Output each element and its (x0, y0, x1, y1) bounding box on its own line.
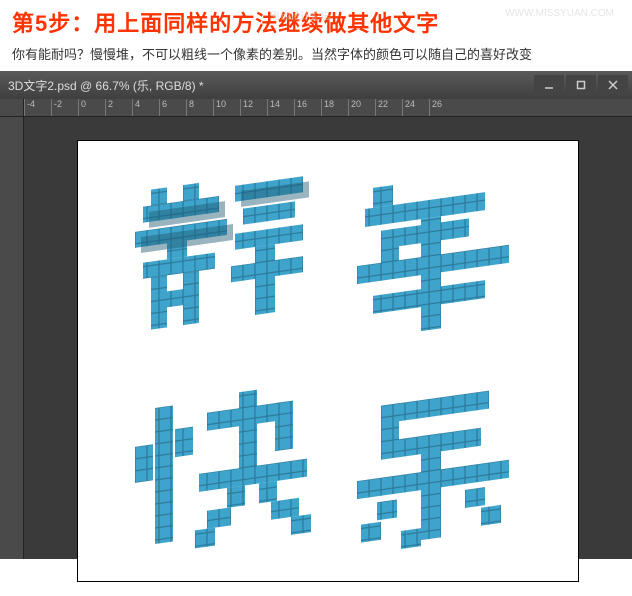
document-title: 3D文字2.psd @ 66.7% (乐, RGB/8) * (8, 77, 204, 94)
step-description: 你有能耐吗？慢慢堆，不可以粗线一个像素的差别。当然字体的颜色可以随自己的喜好改变 (0, 42, 632, 71)
ruler-tick: 24 (402, 99, 429, 116)
photoshop-window: 3D文字2.psd @ 66.7% (乐, RGB/8) * -4 -2 0 2… (0, 71, 632, 559)
horizontal-ruler: -4 -2 0 2 4 6 8 10 12 14 16 18 20 22 24 … (24, 99, 632, 117)
maximize-button[interactable] (566, 75, 596, 95)
char-le (333, 386, 533, 591)
ruler-tick: 0 (78, 99, 105, 116)
window-title-bar: 3D文字2.psd @ 66.7% (乐, RGB/8) * (0, 71, 632, 99)
ruler-tick: 8 (186, 99, 213, 116)
ruler-tick: 26 (429, 99, 456, 116)
ruler-tick: 12 (240, 99, 267, 116)
minimize-button[interactable] (534, 75, 564, 95)
char-xin (123, 171, 323, 376)
ruler-tick: -2 (51, 99, 78, 116)
ruler-tick: 14 (267, 99, 294, 116)
ruler-tick: 10 (213, 99, 240, 116)
watermark-forum: 思缘设计论坛 (270, 8, 330, 23)
artboard (78, 141, 578, 581)
ruler-tick: 4 (132, 99, 159, 116)
canvas-area[interactable] (24, 117, 632, 559)
window-controls (534, 75, 628, 95)
watermark-site: WWW.MISSYUAN.COM (505, 8, 614, 19)
3d-text-artwork (123, 171, 533, 551)
ruler-tick: 18 (321, 99, 348, 116)
ruler-tick: 2 (105, 99, 132, 116)
ruler-tick: -4 (24, 99, 51, 116)
vertical-ruler (0, 117, 24, 559)
ruler-tick: 20 (348, 99, 375, 116)
ruler-tick: 6 (159, 99, 186, 116)
ruler-origin (0, 99, 24, 117)
char-nian (333, 171, 533, 376)
ruler-tick: 22 (375, 99, 402, 116)
ruler-tick: 16 (294, 99, 321, 116)
char-kuai (123, 386, 323, 591)
close-button[interactable] (598, 75, 628, 95)
